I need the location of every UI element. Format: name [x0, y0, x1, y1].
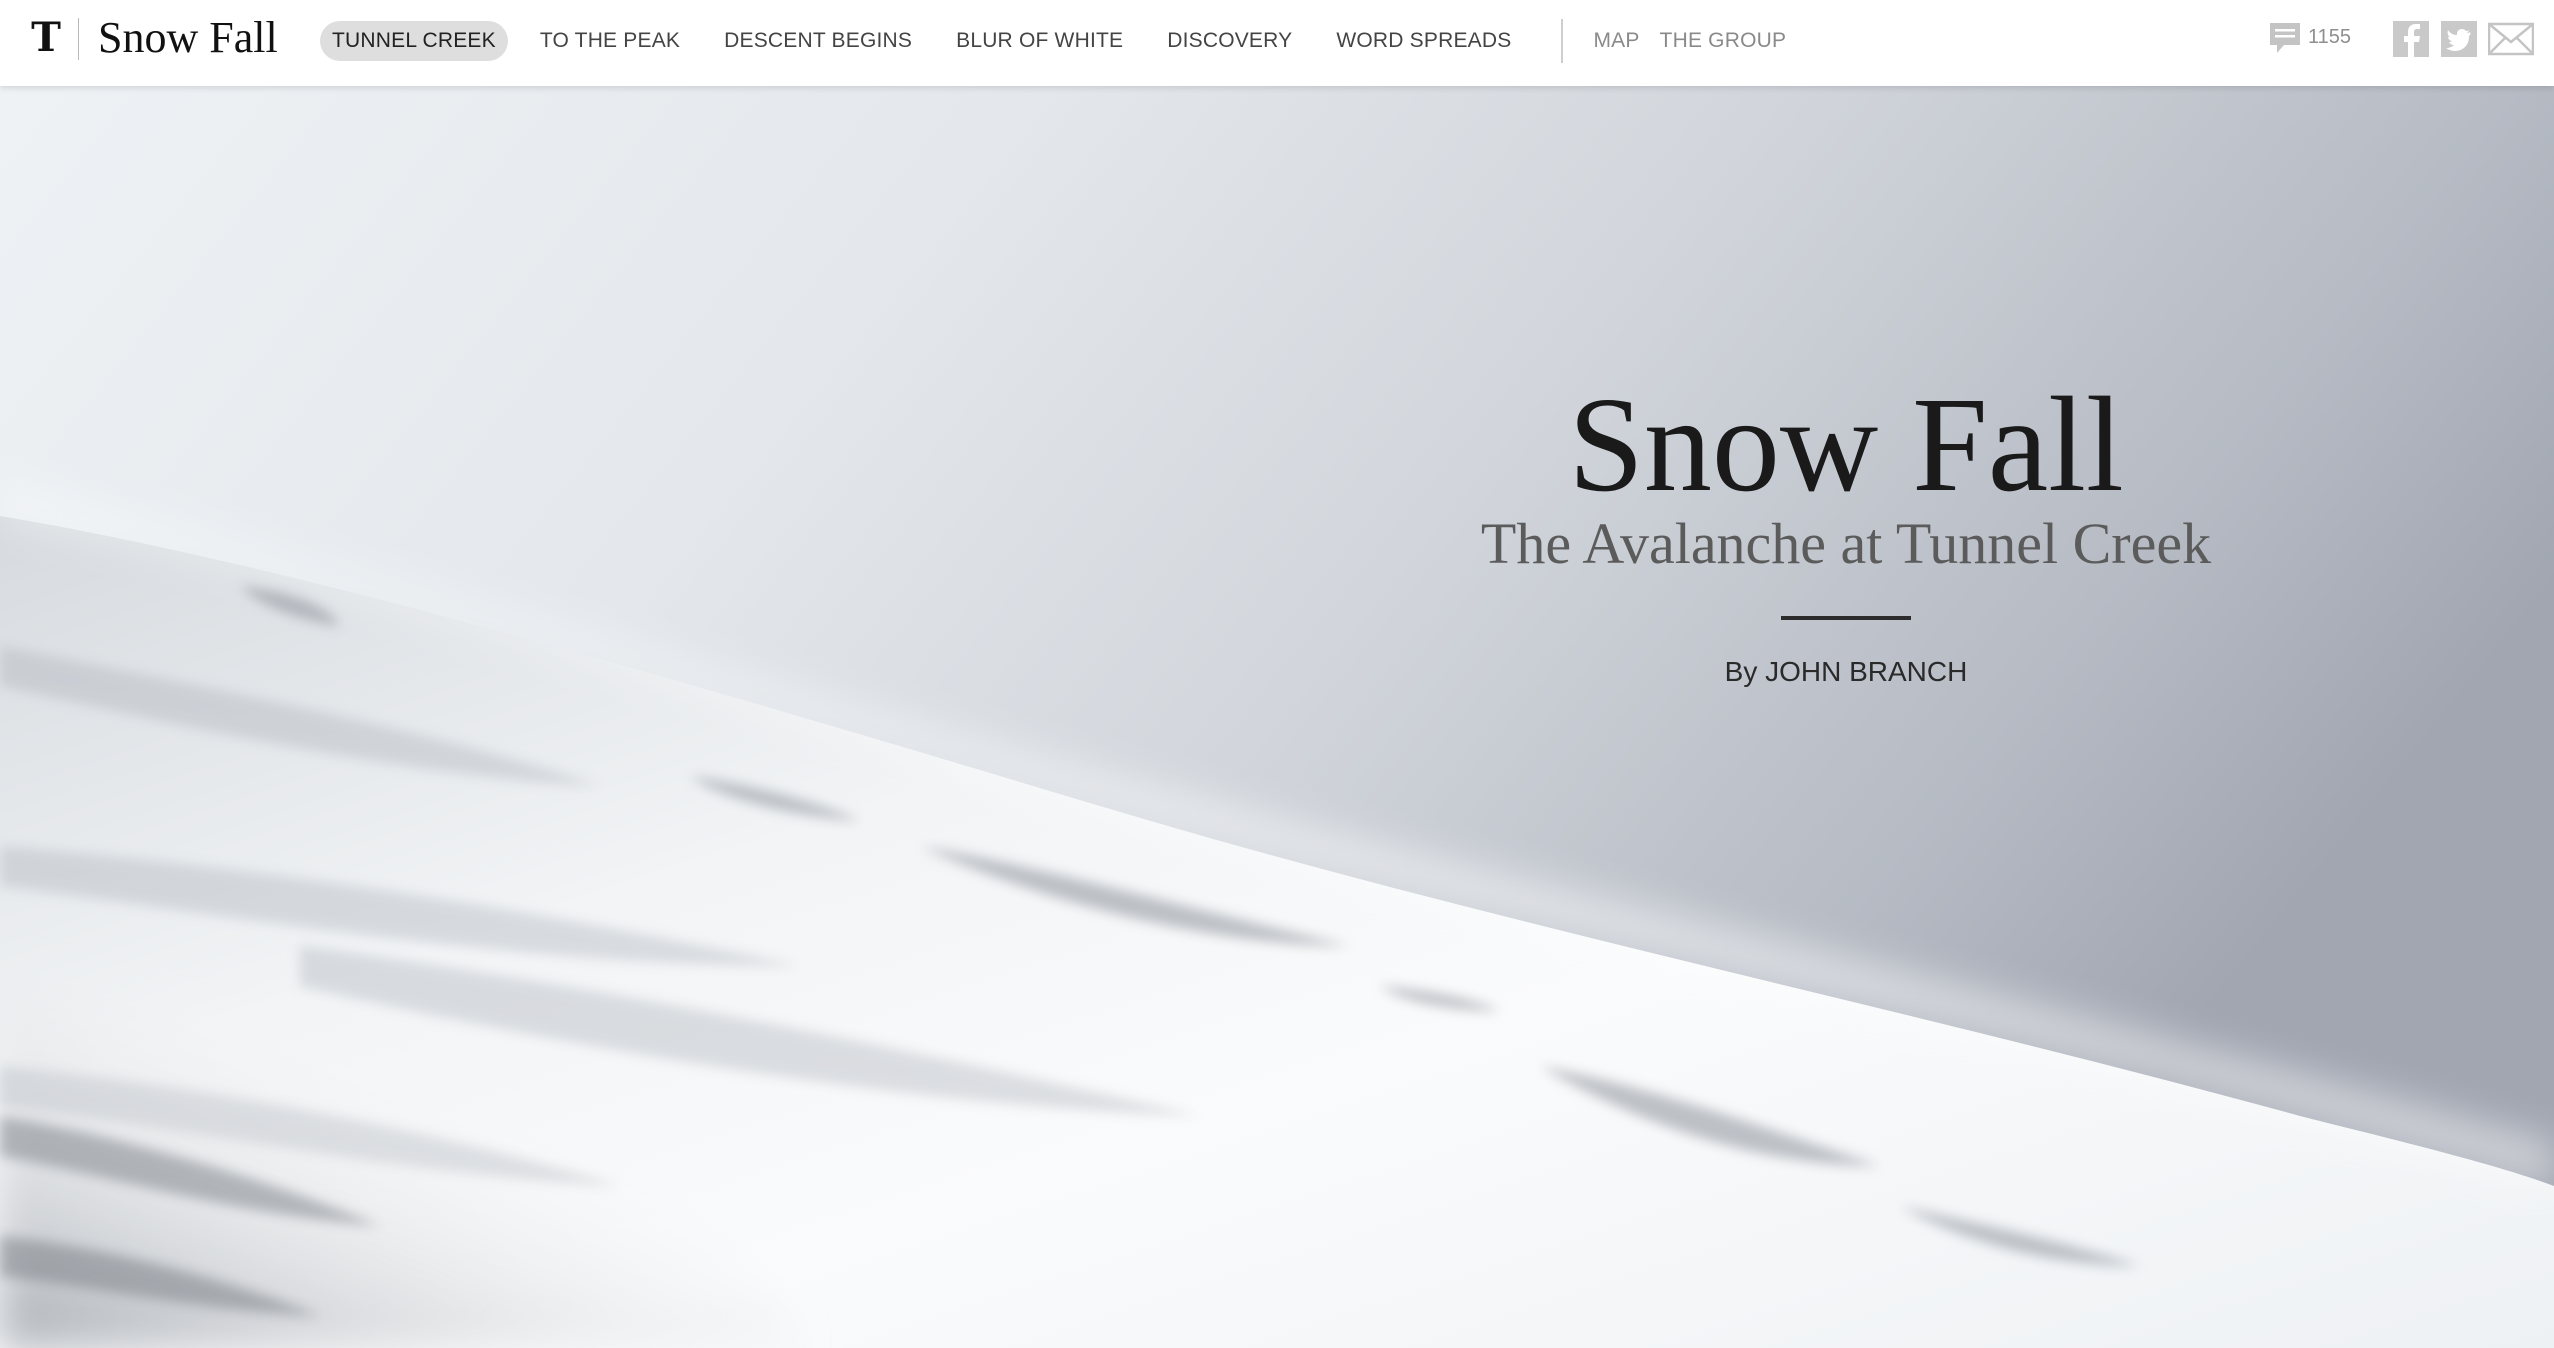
- email-icon[interactable]: [2488, 20, 2534, 58]
- title-block: Snow Fall The Avalanche at Tunnel Creek …: [1446, 370, 2246, 688]
- brand-title[interactable]: Snow Fall: [98, 12, 278, 64]
- byline[interactable]: By JOHN BRANCH: [1446, 656, 2246, 688]
- title-rule: [1781, 616, 1911, 620]
- nav-item-to-the-peak[interactable]: TO THE PEAK: [528, 21, 692, 61]
- nav-item-blur-of-white[interactable]: BLUR OF WHITE: [944, 21, 1135, 61]
- logo-divider: [78, 18, 79, 60]
- nav-item-word-spreads[interactable]: WORD SPREADS: [1324, 21, 1523, 61]
- hero-image-snow-slope: Snow Fall The Avalanche at Tunnel Creek …: [0, 86, 2554, 1348]
- nav-item-descent-begins[interactable]: DESCENT BEGINS: [712, 21, 924, 61]
- nav-item-map[interactable]: MAP: [1585, 21, 1647, 61]
- twitter-icon[interactable]: [2440, 20, 2478, 58]
- comments-link[interactable]: 1155: [2268, 20, 2351, 62]
- comment-bubble-icon: [2270, 23, 2300, 53]
- chapter-nav: TUNNEL CREEK TO THE PEAK DESCENT BEGINS …: [320, 19, 1798, 63]
- page-subtitle: The Avalanche at Tunnel Creek: [1480, 511, 2212, 576]
- share-tools: [2392, 20, 2544, 58]
- comment-count: 1155: [2308, 26, 2352, 48]
- facebook-icon[interactable]: [2392, 20, 2430, 58]
- snow-slope-illustration: [0, 86, 2554, 1348]
- nav-item-tunnel-creek[interactable]: TUNNEL CREEK: [320, 21, 508, 61]
- nav-item-discovery[interactable]: DISCOVERY: [1155, 21, 1304, 61]
- page-title: Snow Fall: [1568, 370, 2124, 520]
- nav-item-the-group[interactable]: THE GROUP: [1652, 21, 1795, 61]
- nav-separator: [1561, 19, 1564, 63]
- top-nav-bar: T Snow Fall TUNNEL CREEK TO THE PEAK DES…: [0, 0, 2554, 86]
- nyt-logo-icon[interactable]: T: [26, 16, 66, 60]
